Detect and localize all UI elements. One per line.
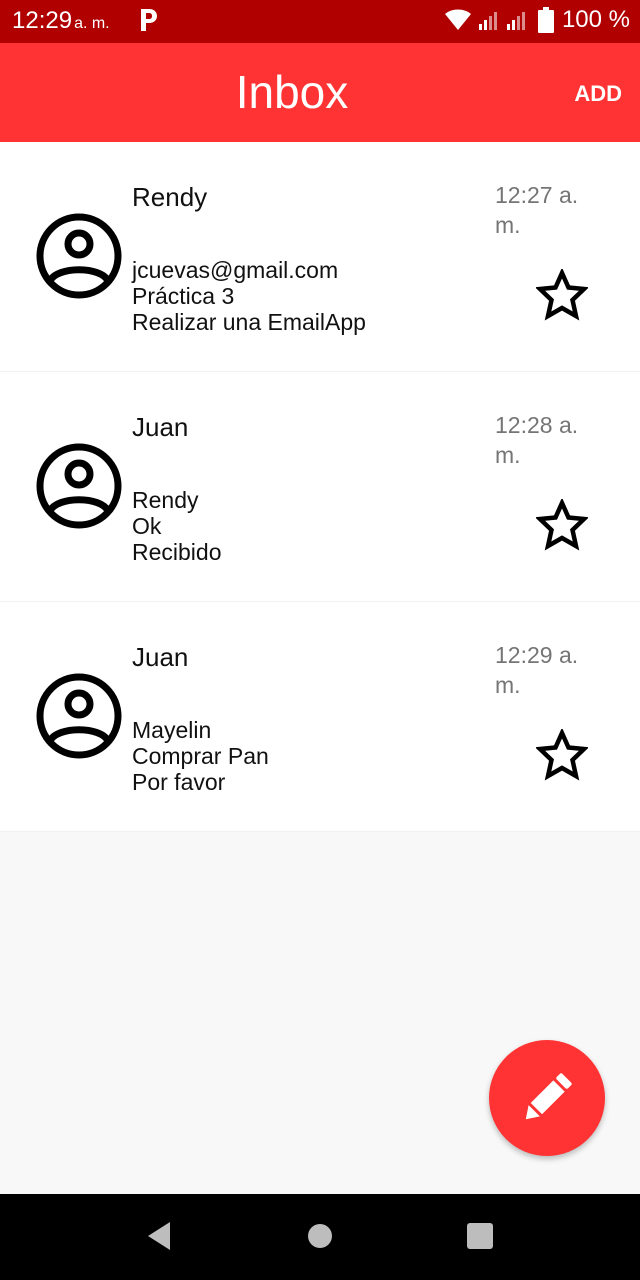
email-item[interactable]: Juan Rendy Ok Recibido 12:28 a. m. [0, 372, 640, 602]
add-button[interactable]: ADD [574, 81, 622, 107]
email-sender: Juan [132, 412, 189, 442]
email-item[interactable]: Rendy jcuevas@gmail.com Práctica 3 Reali… [0, 142, 640, 372]
battery-percent: 100 % [561, 6, 630, 33]
email-message: Por favor [132, 769, 226, 795]
status-time-ampm: a. m. [74, 15, 110, 32]
inbox-list: Rendy jcuevas@gmail.com Práctica 3 Reali… [0, 142, 640, 832]
status-bar: 12:29 a. m. 100 % [0, 0, 640, 43]
status-time-value: 12:29 [12, 7, 73, 34]
email-sender: Juan [132, 642, 189, 672]
compose-button[interactable] [489, 1040, 605, 1156]
wifi-icon [444, 9, 471, 30]
email-message: Realizar una EmailApp [132, 309, 366, 335]
signal-icon [478, 12, 525, 30]
email-subject: Comprar Pan [132, 743, 269, 769]
email-item[interactable]: Juan Mayelin Comprar Pan Por favor 12:29… [0, 602, 640, 832]
battery-icon [537, 7, 554, 33]
star-icon[interactable] [536, 269, 588, 321]
system-nav-bar [0, 1194, 640, 1280]
email-body: Rendy Ok Recibido [132, 487, 222, 565]
pencil-icon [525, 1073, 572, 1120]
back-icon[interactable] [146, 1218, 174, 1254]
email-to: jcuevas@gmail.com [132, 257, 339, 283]
email-to: Mayelin [132, 717, 212, 743]
email-to: Rendy [132, 487, 199, 513]
email-subject: Ok [132, 513, 162, 539]
email-subject: Práctica 3 [132, 283, 235, 309]
avatar-icon [36, 213, 122, 299]
page-title: Inbox [235, 66, 349, 118]
email-sender: Rendy [132, 182, 208, 212]
parking-icon [141, 9, 157, 31]
email-time: 12:28 a. m. [495, 412, 579, 468]
star-icon[interactable] [536, 499, 588, 551]
status-icons: 100 % [444, 6, 630, 34]
email-body: Mayelin Comprar Pan Por favor [132, 717, 269, 795]
star-icon[interactable] [536, 729, 588, 781]
app-bar: Inbox ADD [0, 43, 640, 142]
avatar-icon [36, 673, 122, 759]
status-time: 12:29 a. m. [12, 7, 110, 35]
home-icon[interactable] [306, 1218, 334, 1254]
email-message: Recibido [132, 539, 222, 565]
email-time: 12:29 a. m. [495, 642, 579, 698]
email-body: jcuevas@gmail.com Práctica 3 Realizar un… [132, 257, 366, 335]
email-time: 12:27 a. m. [495, 182, 579, 238]
recents-icon[interactable] [466, 1218, 494, 1254]
avatar-icon [36, 443, 122, 529]
